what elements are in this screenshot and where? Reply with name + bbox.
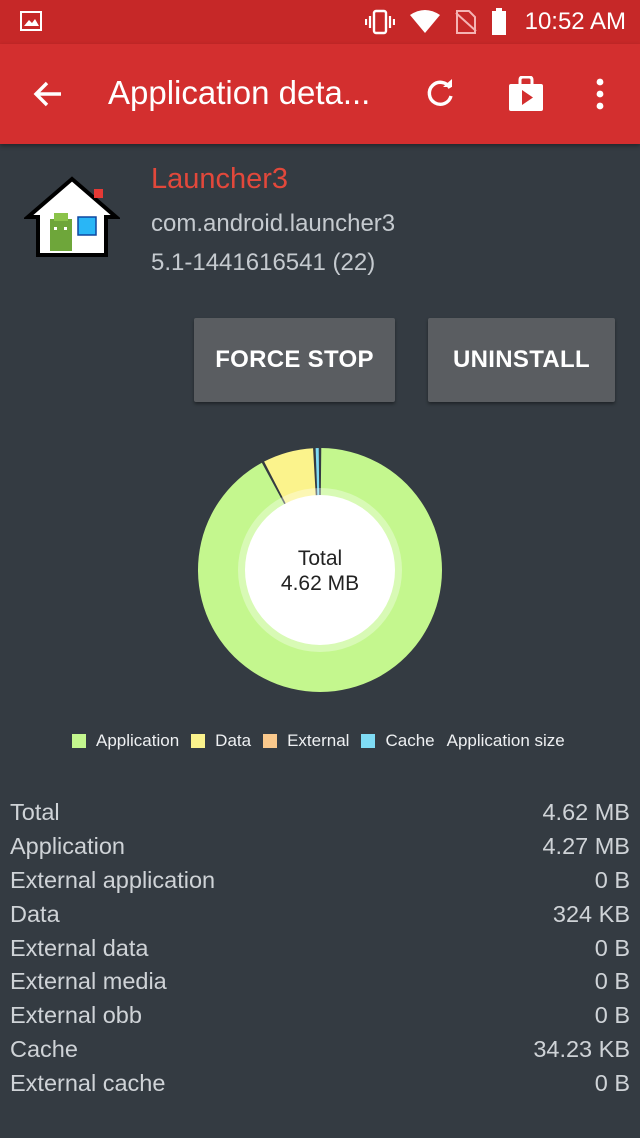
no-sim-icon [454,10,477,34]
more-options-button[interactable] [576,70,624,118]
size-row-value: 4.62 MB [542,799,630,826]
size-row-label: External media [10,968,167,995]
size-row-label: External cache [10,1069,166,1096]
legend-swatch-cache [361,734,376,748]
size-row: External obb 0 B [10,999,630,1033]
size-row-value: 0 B [594,934,630,961]
app-version: 5.1-1441616541 (22) [151,249,376,276]
size-row-label: Data [10,900,60,927]
legend-swatch-application [72,734,86,748]
legend-swatch-external [263,734,278,748]
size-row-value: 324 KB [552,900,630,927]
chart-center-value: 4.62 MB [280,572,360,595]
size-row-label: Application [10,833,125,860]
launcher-app-icon [24,176,120,257]
size-row-label: External application [10,866,216,893]
size-row: Data 324 KB [10,897,630,931]
size-row-value: 0 B [594,968,630,995]
size-row: Cache 34.23 KB [10,1033,630,1067]
back-arrow-icon [33,81,61,107]
page-title: Application deta... [108,74,371,111]
size-row-value: 4.27 MB [542,833,630,860]
play-store-button[interactable] [502,70,550,118]
uninstall-button[interactable]: UNINSTALL [428,318,615,402]
legend-item-application: Application [72,731,179,751]
size-row-label: Total [10,799,60,826]
size-row-label: External obb [10,1002,142,1029]
size-row-value: 0 B [594,1069,630,1096]
gallery-icon [20,11,42,31]
wifi-icon [409,10,440,33]
vibrate-icon [364,9,395,35]
refresh-icon [427,79,453,106]
legend-label-external: External [287,731,350,750]
legend-label-cache: Cache [385,731,435,750]
legend-item-data: Data [191,731,251,751]
back-button[interactable] [22,70,74,118]
size-row-value: 0 B [594,866,630,893]
chart-center-label: Total 4.62 MB [250,546,390,596]
legend-item-cache: Cache [361,731,435,751]
size-row-value: 34.23 KB [533,1035,630,1062]
size-row: External data 0 B [10,931,630,965]
chart-legend: Application Data External Cache Applicat… [72,729,565,753]
legend-swatch-data [191,734,206,748]
size-row-value: 0 B [594,1002,630,1029]
force-stop-button[interactable]: FORCE STOP [194,318,395,402]
status-bar: 10:52 AM [0,0,640,44]
toolbar: Application deta... [0,44,640,144]
app-name: Launcher3 [151,163,289,195]
more-vert-icon [596,78,604,110]
legend-label-application: Application [96,731,180,750]
legend-item-external: External [263,731,349,751]
size-row-label: External data [10,934,149,961]
app-package-name: com.android.launcher3 [151,210,396,237]
size-row-label: Cache [10,1035,78,1062]
size-row: Application 4.27 MB [10,830,630,864]
size-row: Total 4.62 MB [10,796,630,830]
size-row: External application 0 B [10,864,630,898]
chart-center-title: Total [297,547,343,570]
legend-chart-title: Application size [446,731,565,750]
size-row: External cache 0 B [10,1066,630,1100]
clock: 10:52 AM [524,8,626,35]
battery-icon [491,8,506,35]
play-store-icon [509,76,543,111]
size-row: External media 0 B [10,965,630,999]
legend-label-data: Data [215,731,252,750]
refresh-button[interactable] [416,70,464,118]
size-breakdown-table: Total 4.62 MB Application 4.27 MB External a… [10,796,630,1100]
